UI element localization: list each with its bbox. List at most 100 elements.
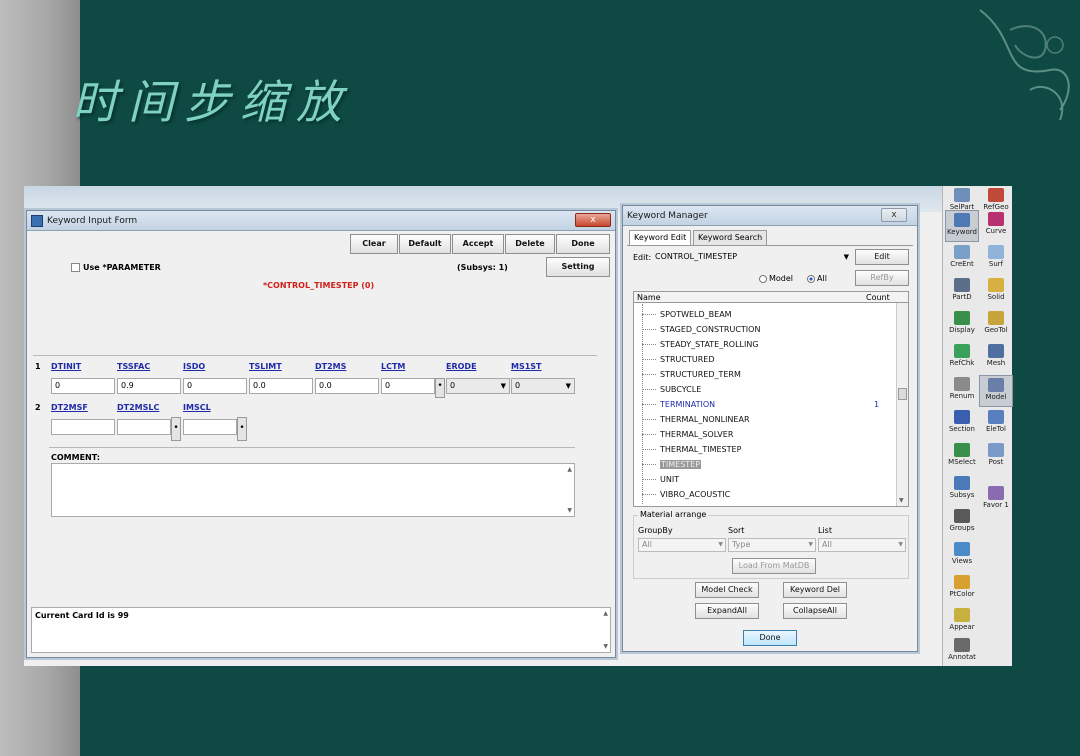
toolbar-refchk[interactable]: RefChk <box>945 342 979 374</box>
tree-scrollbar[interactable]: ▲ ▼ <box>896 292 908 506</box>
kif-title-bar[interactable]: Keyword Input Form x <box>27 211 615 231</box>
toolbar-keyword[interactable]: Keyword <box>945 210 979 242</box>
tab-keyword-edit[interactable]: Keyword Edit <box>629 230 692 246</box>
kif-close-button[interactable]: x <box>575 213 611 227</box>
tree-item[interactable]: VIBRO_ACOUSTIC <box>634 487 894 502</box>
tab-keyword-search[interactable]: Keyword Search <box>693 230 768 246</box>
field-tssfac[interactable]: TSSFAC <box>117 362 150 371</box>
tree-item[interactable]: STRUCTURED_TERM <box>634 367 894 382</box>
scroll-up-icon[interactable]: ▲ <box>567 466 572 473</box>
erode-select[interactable]: 0 ▼ <box>446 378 510 394</box>
radio-all[interactable]: All <box>807 274 827 283</box>
radio-model-label: Model <box>769 274 794 283</box>
imscl-input[interactable] <box>183 419 237 435</box>
toolbar-renum[interactable]: Renum <box>945 375 979 407</box>
toolbar-favor1[interactable]: Favor 1 <box>979 484 1013 516</box>
tree-item[interactable]: THERMAL_TIMESTEP <box>634 442 894 457</box>
toolbar-annotat[interactable]: Annotat <box>945 636 979 668</box>
done-button[interactable]: Done <box>556 234 610 254</box>
keyword-del-button[interactable]: Keyword Del <box>783 582 847 598</box>
tree-item[interactable]: THERMAL_SOLVER <box>634 427 894 442</box>
tree-item-termination[interactable]: TERMINATION 1 <box>634 397 894 412</box>
delete-button[interactable]: Delete <box>505 234 555 254</box>
km-done-button[interactable]: Done <box>743 630 797 646</box>
km-title-bar[interactable]: Keyword Manager x <box>623 206 917 226</box>
field-dt2msf[interactable]: DT2MSF <box>51 403 88 412</box>
toolbar-groups[interactable]: Groups <box>945 507 979 539</box>
toolbar-mselect[interactable]: MSelect <box>945 441 979 473</box>
expand-all-button[interactable]: ExpandAll <box>695 603 759 619</box>
toolbar-solid[interactable]: Solid <box>979 276 1013 308</box>
tree-item[interactable]: UNIT <box>634 472 894 487</box>
tree-item[interactable]: STRUCTURED <box>634 352 894 367</box>
dt2ms-input[interactable]: 0.0 <box>315 378 379 394</box>
setting-button[interactable]: Setting <box>546 257 610 277</box>
comment-textarea[interactable]: ▲ ▼ <box>51 463 575 517</box>
toolbar-creent[interactable]: CreEnt <box>945 243 979 275</box>
edit-dropdown[interactable]: CONTROL_TIMESTEP ▼ <box>655 250 851 264</box>
tree-item[interactable]: THERMAL_NONLINEAR <box>634 412 894 427</box>
accept-button[interactable]: Accept <box>452 234 504 254</box>
toolbar-eletol[interactable]: EleTol <box>979 408 1013 440</box>
keyword-tree[interactable]: SPOTWELD_BEAM STAGED_CONSTRUCTION STEADY… <box>633 291 909 507</box>
km-close-button[interactable]: x <box>881 208 907 222</box>
lctm-input[interactable]: 0 <box>381 378 435 394</box>
field-tslimt[interactable]: TSLIMT <box>249 362 282 371</box>
tree-item-selected[interactable]: TIMESTEP <box>634 457 894 472</box>
toolbar-partd[interactable]: PartD <box>945 276 979 308</box>
appear-icon <box>954 608 970 622</box>
field-lctm[interactable]: LCTM <box>381 362 405 371</box>
toolbar-mesh[interactable]: Mesh <box>979 342 1013 374</box>
toolbar-display[interactable]: Display <box>945 309 979 341</box>
field-dt2mslc[interactable]: DT2MSLC <box>117 403 159 412</box>
sort-dropdown[interactable]: Type ▼ <box>728 538 816 552</box>
scroll-down-icon[interactable]: ▼ <box>603 643 608 650</box>
dt2mslc-picker-button[interactable]: • <box>171 417 181 441</box>
toolbar-appear[interactable]: Appear <box>945 606 979 638</box>
use-parameter-checkbox[interactable] <box>71 263 80 272</box>
col-name: Name <box>637 293 661 302</box>
ms1st-select[interactable]: 0 ▼ <box>511 378 575 394</box>
tree-item[interactable]: STAGED_CONSTRUCTION <box>634 322 894 337</box>
toolbar-ptcolor[interactable]: PtColor <box>945 573 979 605</box>
radio-model[interactable]: Model <box>759 274 793 283</box>
scroll-down-icon[interactable]: ▼ <box>899 497 904 504</box>
toolbar-model[interactable]: Model <box>979 375 1013 407</box>
model-check-button[interactable]: Model Check <box>695 582 759 598</box>
toolbar-curve[interactable]: Curve <box>979 210 1013 242</box>
toolbar-post[interactable]: Post <box>979 441 1013 473</box>
scroll-down-icon[interactable]: ▼ <box>567 507 572 514</box>
field-ms1st[interactable]: MS1ST <box>511 362 542 371</box>
field-erode[interactable]: ERODE <box>446 362 477 371</box>
default-button[interactable]: Default <box>399 234 451 254</box>
tree-item[interactable]: SPOTWELD_BEAM <box>634 307 894 322</box>
field-dtinit[interactable]: DTINIT <box>51 362 81 371</box>
load-from-matdb-button[interactable]: Load From MatDB <box>732 558 816 574</box>
toolbar-section[interactable]: Section <box>945 408 979 440</box>
toolbar-subsys[interactable]: Subsys <box>945 474 979 506</box>
toolbar-geotol[interactable]: GeoTol <box>979 309 1013 341</box>
edit-button[interactable]: Edit <box>855 249 909 265</box>
tslimt-input[interactable]: 0.0 <box>249 378 313 394</box>
collapse-all-button[interactable]: CollapseAll <box>783 603 847 619</box>
lctm-picker-button[interactable]: • <box>435 378 445 398</box>
field-dt2ms[interactable]: DT2MS <box>315 362 346 371</box>
toolbar-surf[interactable]: Surf <box>979 243 1013 275</box>
scroll-up-icon[interactable]: ▲ <box>603 610 608 617</box>
list-dropdown[interactable]: All ▼ <box>818 538 906 552</box>
imscl-picker-button[interactable]: • <box>237 417 247 441</box>
field-isdo[interactable]: ISDO <box>183 362 205 371</box>
tree-item[interactable]: SUBCYCLE <box>634 382 894 397</box>
tssfac-input[interactable]: 0.9 <box>117 378 181 394</box>
isdo-input[interactable]: 0 <box>183 378 247 394</box>
scroll-thumb[interactable] <box>898 388 907 400</box>
clear-button[interactable]: Clear <box>350 234 398 254</box>
dtinit-input[interactable]: 0 <box>51 378 115 394</box>
field-imscl[interactable]: IMSCL <box>183 403 211 412</box>
dt2mslc-input[interactable] <box>117 419 171 435</box>
toolbar-views[interactable]: Views <box>945 540 979 572</box>
groupby-dropdown[interactable]: All ▼ <box>638 538 726 552</box>
tree-item[interactable]: STEADY_STATE_ROLLING <box>634 337 894 352</box>
dt2msf-input[interactable] <box>51 419 115 435</box>
refby-button[interactable]: RefBy <box>855 270 909 286</box>
